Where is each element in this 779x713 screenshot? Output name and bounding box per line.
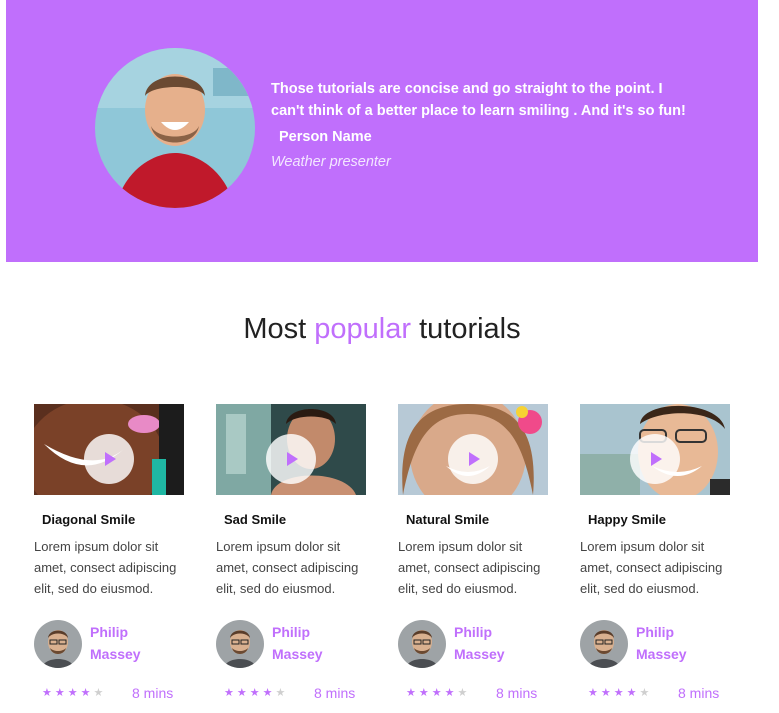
star-icon: ★ <box>406 687 419 699</box>
star-icon: ★ <box>236 687 250 699</box>
star-icon: ★ <box>224 687 237 699</box>
tutorial-description: Lorem ipsum dolor sit amet, consect adip… <box>34 539 177 596</box>
star-icon: ★ <box>262 687 276 699</box>
author-first-name: Philip <box>636 624 675 640</box>
tutorial-author[interactable]: Philip Massey <box>216 620 366 668</box>
section-title-accent: popular <box>314 313 412 345</box>
tutorial-description: Lorem ipsum dolor sit amet, consect adip… <box>216 539 359 596</box>
star-icon: ★ <box>626 687 640 699</box>
star-icon: ★ <box>42 687 55 699</box>
author-last-name: Massey <box>636 646 687 662</box>
star-icon: ★ <box>80 687 94 699</box>
tutorial-title[interactable]: Diagonal Smile <box>34 512 184 527</box>
play-icon[interactable] <box>266 434 316 484</box>
author-last-name: Massey <box>90 646 141 662</box>
star-icon: ★ <box>67 687 81 699</box>
author-name[interactable]: Philip Massey <box>90 621 141 665</box>
star-icon: ★ <box>54 687 68 699</box>
testimonial-photo <box>95 48 255 208</box>
tutorial-card[interactable]: Happy Smile Lorem ipsum dolor sit amet, … <box>580 404 730 701</box>
rating-stars: ★★★★★ <box>42 686 106 699</box>
star-icon: ★ <box>613 687 627 699</box>
author-avatar <box>216 620 264 668</box>
tutorial-duration: 8 mins <box>678 685 720 701</box>
author-name[interactable]: Philip Massey <box>272 621 323 665</box>
tutorial-description: Lorem ipsum dolor sit amet, consect adip… <box>398 539 541 596</box>
star-icon: ★ <box>249 687 263 699</box>
section-title: Most popular tutorials <box>0 313 764 346</box>
tutorial-description: Lorem ipsum dolor sit amet, consect adip… <box>580 539 723 596</box>
author-first-name: Philip <box>90 624 129 640</box>
tutorial-author[interactable]: Philip Massey <box>398 620 548 668</box>
author-last-name: Massey <box>454 646 505 662</box>
play-icon[interactable] <box>84 434 134 484</box>
star-icon: ★ <box>275 687 289 699</box>
tutorial-card[interactable]: Diagonal Smile Lorem ipsum dolor sit ame… <box>34 404 184 701</box>
tutorial-title[interactable]: Happy Smile <box>580 512 730 527</box>
section-title-end: tutorials <box>411 313 521 345</box>
rating-stars: ★★★★★ <box>224 686 288 699</box>
star-icon: ★ <box>588 687 601 699</box>
tutorial-thumbnail[interactable] <box>216 404 366 495</box>
star-icon: ★ <box>444 687 458 699</box>
tutorial-duration: 8 mins <box>314 685 356 701</box>
tutorial-title[interactable]: Sad Smile <box>216 512 366 527</box>
author-first-name: Philip <box>454 624 493 640</box>
testimonial-content: Those tutorials are concise and go strai… <box>271 78 691 170</box>
testimonial-author-name: Person Name <box>279 129 372 145</box>
author-avatar <box>580 620 628 668</box>
tutorial-meta: ★★★★★ 8 mins <box>216 685 366 701</box>
tutorial-card[interactable]: Sad Smile Lorem ipsum dolor sit amet, co… <box>216 404 366 701</box>
author-avatar <box>34 620 82 668</box>
star-icon: ★ <box>418 687 432 699</box>
testimonial-quote: Those tutorials are concise and go strai… <box>271 81 686 119</box>
tutorial-thumbnail[interactable] <box>34 404 184 495</box>
tutorial-card[interactable]: Natural Smile Lorem ipsum dolor sit amet… <box>398 404 548 701</box>
tutorial-meta: ★★★★★ 8 mins <box>398 685 548 701</box>
tutorial-thumbnail[interactable] <box>398 404 548 495</box>
author-last-name: Massey <box>272 646 323 662</box>
star-icon: ★ <box>457 687 471 699</box>
testimonial-banner: Those tutorials are concise and go strai… <box>6 0 758 262</box>
author-first-name: Philip <box>272 624 311 640</box>
testimonial-author-role: Weather presenter <box>271 154 391 170</box>
tutorial-author[interactable]: Philip Massey <box>34 620 184 668</box>
tutorial-meta: ★★★★★ 8 mins <box>34 685 184 701</box>
tutorial-duration: 8 mins <box>496 685 538 701</box>
play-icon[interactable] <box>630 434 680 484</box>
tutorial-thumbnail[interactable] <box>580 404 730 495</box>
tutorial-meta: ★★★★★ 8 mins <box>580 685 730 701</box>
tutorial-duration: 8 mins <box>132 685 174 701</box>
star-icon: ★ <box>639 687 653 699</box>
star-icon: ★ <box>93 687 107 699</box>
author-avatar <box>398 620 446 668</box>
star-icon: ★ <box>431 687 445 699</box>
star-icon: ★ <box>600 687 614 699</box>
play-icon[interactable] <box>448 434 498 484</box>
tutorial-author[interactable]: Philip Massey <box>580 620 730 668</box>
tutorial-title[interactable]: Natural Smile <box>398 512 548 527</box>
author-name[interactable]: Philip Massey <box>636 621 687 665</box>
rating-stars: ★★★★★ <box>406 686 470 699</box>
section-title-start: Most <box>243 313 315 345</box>
rating-stars: ★★★★★ <box>588 686 652 699</box>
author-name[interactable]: Philip Massey <box>454 621 505 665</box>
